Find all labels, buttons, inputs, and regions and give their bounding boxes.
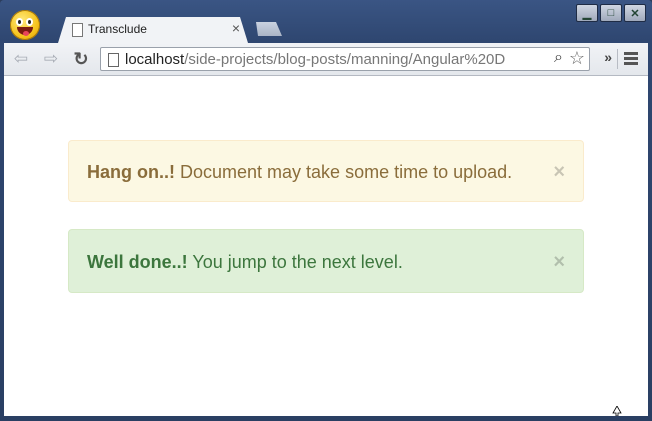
alert-message: Document may take some time to upload. xyxy=(175,162,513,182)
browser-window: Transclude × ▁ □ ✕ ⇦ ⇨ ↻ localhost/side-… xyxy=(0,0,652,421)
url-host: localhost xyxy=(125,51,185,68)
alert-message: You jump to the next level. xyxy=(187,252,403,272)
maximize-button[interactable]: □ xyxy=(600,4,622,22)
address-bar[interactable]: localhost/side-projects/blog-posts/manni… xyxy=(100,47,590,71)
browser-toolbar: ⇦ ⇨ ↻ localhost/side-projects/blog-posts… xyxy=(4,43,648,76)
alert-strong-text: Hang on..! xyxy=(87,162,175,182)
menu-icon-bar xyxy=(624,52,638,55)
avatar-left-eye xyxy=(16,18,23,26)
url-text[interactable]: localhost/side-projects/blog-posts/manni… xyxy=(125,51,537,68)
window-controls: ▁ □ ✕ xyxy=(576,4,646,22)
tab-close-icon[interactable]: × xyxy=(232,20,240,36)
forward-arrow-icon[interactable]: ⇨ xyxy=(40,49,62,69)
page-icon xyxy=(72,23,83,37)
reload-icon[interactable]: ↻ xyxy=(70,49,92,69)
close-window-button[interactable]: ✕ xyxy=(624,4,646,22)
profile-avatar-icon[interactable] xyxy=(10,10,40,40)
warning-alert: Hang on..! Document may take some time t… xyxy=(68,140,584,202)
avatar-tongue xyxy=(23,31,29,36)
new-tab-button[interactable] xyxy=(252,22,282,36)
menu-icon-bar xyxy=(624,57,638,60)
avatar-right-eye xyxy=(26,18,33,26)
menu-icon[interactable] xyxy=(624,52,638,67)
tab-transclude[interactable]: Transclude × xyxy=(58,17,248,43)
extensions-chevron-icon[interactable]: » xyxy=(604,49,612,65)
dismiss-close-icon[interactable]: × xyxy=(553,141,565,203)
bookmark-star-icon[interactable]: ☆ xyxy=(569,48,585,69)
back-arrow-icon[interactable]: ⇦ xyxy=(10,49,32,69)
dismiss-close-icon[interactable]: × xyxy=(553,230,565,294)
page-info-icon[interactable] xyxy=(108,53,119,67)
resize-cursor-icon xyxy=(612,406,622,416)
minimize-button[interactable]: ▁ xyxy=(576,4,598,22)
page-content: Hang on..! Document may take some time t… xyxy=(4,76,648,416)
zoom-icon[interactable]: ⌕ xyxy=(554,49,563,67)
toolbar-divider xyxy=(617,49,618,69)
tab-title: Transclude xyxy=(88,22,147,36)
menu-icon-bar xyxy=(624,62,638,65)
success-alert: Well done..! You jump to the next level.… xyxy=(68,229,584,293)
url-path: /side-projects/blog-posts/manning/Angula… xyxy=(184,51,506,68)
alert-strong-text: Well done..! xyxy=(87,252,188,272)
